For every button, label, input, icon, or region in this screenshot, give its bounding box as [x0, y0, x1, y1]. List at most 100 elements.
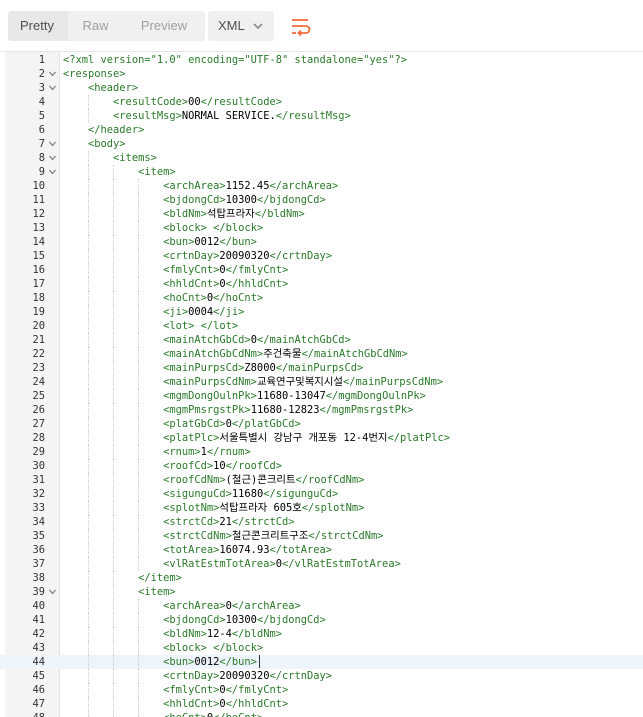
- code-text: <fmlyCnt>0</fmlyCnt>: [163, 684, 289, 696]
- indent-guide: [88, 165, 90, 179]
- line-number: 46: [32, 684, 45, 696]
- code-line: 29 <rnum>1</rnum>: [0, 445, 643, 459]
- line-number: 7: [38, 138, 45, 150]
- indent-guide: [88, 613, 90, 627]
- code-line: 27 <platGbCd>0</platGbCd>: [0, 417, 643, 431]
- line-number: 31: [32, 474, 45, 486]
- line-number: 5: [38, 110, 45, 122]
- code-text: <hhldCnt>0</hhldCnt>: [163, 698, 289, 710]
- indent-guide: [88, 389, 90, 403]
- code-line: 11 <bjdongCd>10300</bjdongCd>: [0, 193, 643, 207]
- code-text: <totArea>16074.93</totArea>: [163, 544, 333, 556]
- indent-guide: [113, 291, 115, 305]
- fold-arrow-icon[interactable]: [49, 155, 56, 161]
- indent-guide: [113, 613, 115, 627]
- indent-guide: [88, 459, 90, 473]
- code-text: <platGbCd>0</platGbCd>: [163, 418, 301, 430]
- indent-guide: [138, 361, 140, 375]
- indent-guide: [88, 347, 90, 361]
- indent-guide: [88, 641, 90, 655]
- format-dropdown[interactable]: XML: [208, 11, 274, 41]
- code-line: 7 <body>: [0, 137, 643, 151]
- indent-guide: [138, 473, 140, 487]
- line-number: 45: [32, 670, 45, 682]
- indent-guide: [113, 585, 115, 599]
- pretty-tab[interactable]: Pretty: [8, 11, 68, 41]
- indent-guide: [113, 179, 115, 193]
- code-text: <bun>0012</bun>: [163, 656, 257, 668]
- indent-guide: [138, 669, 140, 683]
- indent-guide: [138, 655, 140, 669]
- fold-arrow-icon[interactable]: [49, 71, 56, 77]
- indent-guide: [138, 375, 140, 389]
- indent-guide: [113, 529, 115, 543]
- code-line: 43 <block> </block>: [0, 641, 643, 655]
- code-text: <sigunguCd>11680</sigunguCd>: [163, 488, 339, 500]
- wrap-lines-button[interactable]: [287, 11, 315, 41]
- code-text: <bjdongCd>10300</bjdongCd>: [163, 194, 326, 206]
- indent-guide: [113, 333, 115, 347]
- indent-guide: [138, 683, 140, 697]
- code-text: <ji>0004</ji>: [163, 306, 245, 318]
- indent-guide: [138, 319, 140, 333]
- indent-guide: [138, 263, 140, 277]
- code-line: 8 <items>: [0, 151, 643, 165]
- line-number: 15: [32, 250, 45, 262]
- line-number: 23: [32, 362, 45, 374]
- indent-guide: [138, 277, 140, 291]
- indent-guide: [88, 487, 90, 501]
- indent-guide: [88, 515, 90, 529]
- code-line: 5 <resultMsg>NORMAL SERVICE.</resultMsg>: [0, 109, 643, 123]
- indent-guide: [113, 263, 115, 277]
- indent-guide: [138, 711, 140, 717]
- line-number: 24: [32, 376, 45, 388]
- code-line: 24 <mainPurpsCdNm>교육연구및복지시설</mainPurpsCd…: [0, 375, 643, 389]
- code-line: 44 <bun>0012</bun>: [0, 655, 643, 669]
- code-line: 32 <sigunguCd>11680</sigunguCd>: [0, 487, 643, 501]
- code-line: 39 <item>: [0, 585, 643, 599]
- code-line: 47 <hhldCnt>0</hhldCnt>: [0, 697, 643, 711]
- indent-guide: [113, 445, 115, 459]
- code-line: 35 <strctCdNm>철근콘크리트구조</strctCdNm>: [0, 529, 643, 543]
- indent-guide: [113, 515, 115, 529]
- code-text: <block> </block>: [163, 642, 264, 654]
- line-number: 1: [38, 54, 45, 66]
- line-number: 42: [32, 628, 45, 640]
- fold-arrow-icon[interactable]: [49, 141, 56, 147]
- line-number: 30: [32, 460, 45, 472]
- line-number: 17: [32, 278, 45, 290]
- indent-guide: [138, 529, 140, 543]
- code-line: 1 <?xml version="1.0" encoding="UTF-8" st…: [0, 53, 643, 67]
- fold-arrow-icon[interactable]: [49, 169, 56, 175]
- line-number: 28: [32, 432, 45, 444]
- line-number: 13: [32, 222, 45, 234]
- code-line: 34 <strctCd>21</strctCd>: [0, 515, 643, 529]
- raw-tab[interactable]: Raw: [68, 11, 123, 41]
- indent-guide: [88, 599, 90, 613]
- indent-guide: [138, 221, 140, 235]
- indent-guide: [88, 249, 90, 263]
- line-number: 11: [32, 194, 45, 206]
- code-line: 23 <mainPurpsCd>Z8000</mainPurpsCd>: [0, 361, 643, 375]
- code-line: 37 <vlRatEstmTotArea>0</vlRatEstmTotArea…: [0, 557, 643, 571]
- line-number: 32: [32, 488, 45, 500]
- line-number: 43: [32, 642, 45, 654]
- fold-arrow-icon[interactable]: [49, 85, 56, 91]
- indent-guide: [113, 459, 115, 473]
- line-number: 48: [5, 711, 45, 717]
- code-text: </header>: [88, 124, 145, 136]
- line-number: 22: [32, 348, 45, 360]
- code-line: 36 <totArea>16074.93</totArea>: [0, 543, 643, 557]
- indent-guide: [88, 403, 90, 417]
- fold-arrow-icon[interactable]: [49, 589, 56, 595]
- indent-guide: [138, 235, 140, 249]
- line-number: 3: [38, 82, 45, 94]
- code-line: 16 <fmlyCnt>0</fmlyCnt>: [0, 263, 643, 277]
- code-text: <item>: [138, 586, 176, 598]
- code-line: 26 <mgmPmsrgstPk>11680-12823</mgmPmsrgst…: [0, 403, 643, 417]
- preview-tab[interactable]: Preview: [123, 11, 205, 41]
- indent-guide: [113, 599, 115, 613]
- indent-guide: [88, 333, 90, 347]
- code-editor[interactable]: 1 <?xml version="1.0" encoding="UTF-8" st…: [0, 52, 643, 717]
- indent-guide: [113, 683, 115, 697]
